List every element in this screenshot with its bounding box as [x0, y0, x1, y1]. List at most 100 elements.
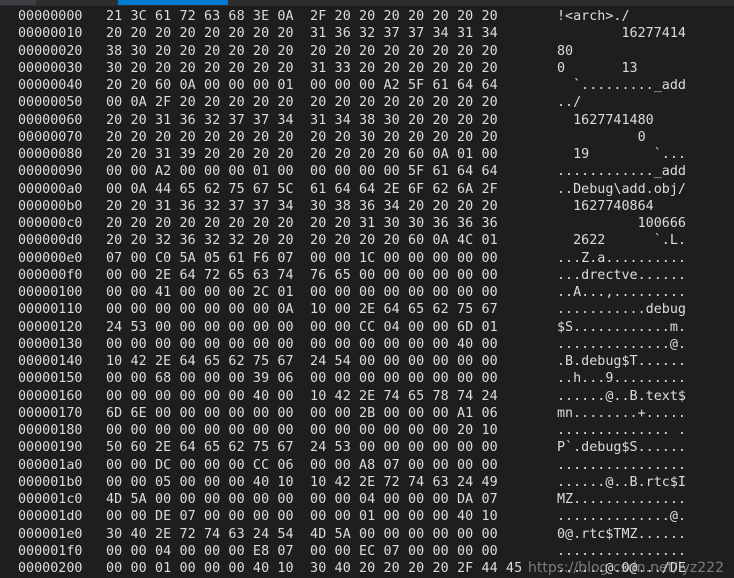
hex-row[interactable]: 000000d0 20 20 32 36 32 32 20 20 20 20 20…	[0, 232, 734, 249]
row-hex-bytes[interactable]: 4D 5A 00 00 00 00 00 00 00 00 04 00 00 0…	[106, 491, 498, 508]
row-hex-bytes[interactable]: 00 0A 2F 20 20 20 20 20 20 20 20 20 20 2…	[106, 94, 498, 111]
row-ascii[interactable]: ...Z.a..........	[557, 250, 686, 267]
hex-row[interactable]: 000001e0 30 40 2E 72 74 63 24 54 4D 5A 00…	[0, 526, 734, 543]
hex-row[interactable]: 00000020 38 30 20 20 20 20 20 20 20 20 20…	[0, 43, 734, 60]
hex-viewer[interactable]: 00000000 21 3C 61 72 63 68 3E 0A 2F 20 20…	[0, 6, 734, 578]
row-ascii[interactable]: ../	[557, 94, 581, 111]
hex-row[interactable]: 000001b0 00 00 05 00 00 00 40 10 10 42 2E…	[0, 474, 734, 491]
hex-row[interactable]: 000000a0 00 0A 44 65 62 75 67 5C 61 64 64…	[0, 181, 734, 198]
row-ascii[interactable]: ...........debug	[557, 301, 686, 318]
row-hex-bytes[interactable]: 00 00 68 00 00 00 39 06 00 00 00 00 00 0…	[106, 370, 498, 387]
row-ascii[interactable]: `........._add	[557, 77, 686, 94]
row-hex-bytes[interactable]: 00 00 A2 00 00 00 01 00 00 00 00 00 5F 6…	[106, 163, 498, 180]
tab-active[interactable]	[118, 0, 228, 5]
hex-row[interactable]: 00000190 50 60 2E 64 65 62 75 67 24 53 00…	[0, 439, 734, 456]
hex-row[interactable]: 00000150 00 00 68 00 00 00 39 06 00 00 00…	[0, 370, 734, 387]
hex-row[interactable]: 00000170 6D 6E 00 00 00 00 00 00 00 00 2B…	[0, 405, 734, 422]
row-hex-bytes[interactable]: 00 00 01 00 00 00 40 10 30 40 20 20 20 2…	[106, 560, 522, 577]
row-hex-bytes[interactable]: 50 60 2E 64 65 62 75 67 24 53 00 00 00 0…	[106, 439, 498, 456]
row-ascii[interactable]: P`.debug$S......	[557, 439, 686, 456]
hex-row[interactable]: 000001f0 00 00 04 00 00 00 E8 07 00 00 EC…	[0, 543, 734, 560]
row-ascii[interactable]: ................	[557, 457, 686, 474]
row-ascii[interactable]: ................	[557, 543, 686, 560]
hex-row[interactable]: 00000120 24 53 00 00 00 00 00 00 00 00 CC…	[0, 319, 734, 336]
hex-row[interactable]: 00000160 00 00 00 00 00 00 40 00 10 42 2E…	[0, 388, 734, 405]
row-ascii[interactable]: ..A...,.........	[557, 284, 686, 301]
row-ascii[interactable]: ......@..B.text$	[557, 388, 686, 405]
row-hex-bytes[interactable]: 00 00 00 00 00 00 00 0A 10 00 2E 64 65 6…	[106, 301, 498, 318]
hex-row[interactable]: 00000180 00 00 00 00 00 00 00 00 00 00 00…	[0, 422, 734, 439]
hex-row[interactable]: 00000030 30 20 20 20 20 20 20 20 31 33 20…	[0, 60, 734, 77]
row-hex-bytes[interactable]: 20 20 31 36 32 37 37 34 31 34 38 30 20 2…	[106, 112, 498, 129]
row-hex-bytes[interactable]: 00 00 00 00 00 00 40 00 10 42 2E 74 65 7…	[106, 388, 498, 405]
hex-row[interactable]: 00000040 20 20 60 0A 00 00 00 01 00 00 00…	[0, 77, 734, 94]
row-ascii[interactable]: !<arch>./	[557, 8, 630, 25]
row-ascii[interactable]: 1627741480	[557, 112, 654, 129]
hex-row[interactable]: 000001a0 00 00 DC 00 00 00 CC 06 00 00 A8…	[0, 457, 734, 474]
row-ascii[interactable]: $S............m.	[557, 319, 686, 336]
row-hex-bytes[interactable]: 30 40 2E 72 74 63 24 54 4D 5A 00 00 00 0…	[106, 526, 498, 543]
row-ascii[interactable]: ..............@.	[557, 336, 686, 353]
row-hex-bytes[interactable]: 20 20 20 20 20 20 20 20 20 20 30 20 20 2…	[106, 129, 498, 146]
row-ascii[interactable]: ...drectve......	[557, 267, 686, 284]
row-hex-bytes[interactable]: 24 53 00 00 00 00 00 00 00 00 CC 04 00 0…	[106, 319, 498, 336]
row-ascii[interactable]: 0@.rtc$TMZ......	[557, 526, 686, 543]
row-hex-bytes[interactable]: 20 20 32 36 32 32 20 20 20 20 20 20 60 0…	[106, 232, 498, 249]
row-hex-bytes[interactable]: 00 00 00 00 00 00 00 00 00 00 00 00 00 0…	[106, 336, 498, 353]
row-hex-bytes[interactable]: 6D 6E 00 00 00 00 00 00 00 00 2B 00 00 0…	[106, 405, 498, 422]
hex-row[interactable]: 00000090 00 00 A2 00 00 00 01 00 00 00 00…	[0, 163, 734, 180]
hex-row[interactable]: 000000b0 20 20 31 36 32 37 37 34 30 38 36…	[0, 198, 734, 215]
row-ascii[interactable]: 16277414	[557, 25, 686, 42]
row-ascii[interactable]: ..h...9.........	[557, 370, 686, 387]
row-hex-bytes[interactable]: 20 20 31 36 32 37 37 34 30 38 36 34 20 2…	[106, 198, 498, 215]
row-hex-bytes[interactable]: 20 20 20 20 20 20 20 20 31 36 32 37 37 3…	[106, 25, 498, 42]
hex-row[interactable]: 00000130 00 00 00 00 00 00 00 00 00 00 00…	[0, 336, 734, 353]
row-ascii[interactable]: 100666	[557, 215, 686, 232]
row-hex-bytes[interactable]: 10 42 2E 64 65 62 75 67 24 54 00 00 00 0…	[106, 353, 498, 370]
row-hex-bytes[interactable]: 00 00 DE 07 00 00 00 00 00 00 01 00 00 0…	[106, 508, 498, 525]
hex-row[interactable]: 00000010 20 20 20 20 20 20 20 20 31 36 32…	[0, 25, 734, 42]
hex-row[interactable]: 00000140 10 42 2E 64 65 62 75 67 24 54 00…	[0, 353, 734, 370]
row-hex-bytes[interactable]: 38 30 20 20 20 20 20 20 20 20 20 20 20 2…	[106, 43, 498, 60]
hex-row[interactable]: 00000100 00 00 41 00 00 00 2C 01 00 00 00…	[0, 284, 734, 301]
row-ascii[interactable]: ..............@.	[557, 508, 686, 525]
row-ascii[interactable]: ......@..B.rtc$I	[557, 474, 686, 491]
row-ascii[interactable]: 1627740864	[557, 198, 654, 215]
hex-row[interactable]: 00000070 20 20 20 20 20 20 20 20 20 20 30…	[0, 129, 734, 146]
row-hex-bytes[interactable]: 00 00 00 00 00 00 00 00 00 00 00 00 00 0…	[106, 422, 498, 439]
row-hex-bytes[interactable]: 07 00 C0 5A 05 61 F6 07 00 00 1C 00 00 0…	[106, 250, 498, 267]
hex-row[interactable]: 000001c0 4D 5A 00 00 00 00 00 00 00 00 04…	[0, 491, 734, 508]
row-hex-bytes[interactable]: 00 00 41 00 00 00 2C 01 00 00 00 00 00 0…	[106, 284, 498, 301]
row-hex-bytes[interactable]: 21 3C 61 72 63 68 3E 0A 2F 20 20 20 20 2…	[106, 8, 498, 25]
hex-row[interactable]: 00000050 00 0A 2F 20 20 20 20 20 20 20 20…	[0, 94, 734, 111]
row-ascii[interactable]: mn........+.....	[557, 405, 686, 422]
hex-row[interactable]: 000000e0 07 00 C0 5A 05 61 F6 07 00 00 1C…	[0, 250, 734, 267]
row-ascii[interactable]: 0	[557, 129, 646, 146]
hex-row[interactable]: 00000000 21 3C 61 72 63 68 3E 0A 2F 20 20…	[0, 8, 734, 25]
row-ascii[interactable]: 2622 `.L.	[557, 232, 686, 249]
tab-inactive[interactable]	[0, 0, 36, 5]
row-hex-bytes[interactable]: 30 20 20 20 20 20 20 20 31 33 20 20 20 2…	[106, 60, 498, 77]
hex-row[interactable]: 00000060 20 20 31 36 32 37 37 34 31 34 38…	[0, 112, 734, 129]
row-ascii[interactable]: 80	[557, 43, 573, 60]
row-hex-bytes[interactable]: 00 00 05 00 00 00 40 10 10 42 2E 72 74 6…	[106, 474, 498, 491]
row-hex-bytes[interactable]: 20 20 60 0A 00 00 00 01 00 00 00 A2 5F 6…	[106, 77, 498, 94]
row-ascii[interactable]: ..Debug\add.obj/	[557, 181, 686, 198]
hex-row[interactable]: 00000110 00 00 00 00 00 00 00 0A 10 00 2E…	[0, 301, 734, 318]
row-ascii[interactable]: ............_add	[557, 163, 686, 180]
row-hex-bytes[interactable]: 00 00 DC 00 00 00 CC 06 00 00 A8 07 00 0…	[106, 457, 498, 474]
row-ascii[interactable]: 19 `...	[557, 146, 686, 163]
hex-row[interactable]: 000000c0 20 20 20 20 20 20 20 20 20 20 31…	[0, 215, 734, 232]
hex-row[interactable]: 000001d0 00 00 DE 07 00 00 00 00 00 00 01…	[0, 508, 734, 525]
row-hex-bytes[interactable]: 00 00 04 00 00 00 E8 07 00 00 EC 07 00 0…	[106, 543, 498, 560]
row-ascii[interactable]: .B.debug$T......	[557, 353, 686, 370]
row-ascii[interactable]: MZ..............	[557, 491, 686, 508]
hex-row[interactable]: 00000080 20 20 31 39 20 20 20 20 20 20 20…	[0, 146, 734, 163]
row-hex-bytes[interactable]: 00 00 2E 64 72 65 63 74 76 65 00 00 00 0…	[106, 267, 498, 284]
row-ascii[interactable]: 0 13	[557, 60, 638, 77]
row-hex-bytes[interactable]: 00 0A 44 65 62 75 67 5C 61 64 64 2E 6F 6…	[106, 181, 498, 198]
row-hex-bytes[interactable]: 20 20 31 39 20 20 20 20 20 20 20 20 60 0…	[106, 146, 498, 163]
row-hex-bytes[interactable]: 20 20 20 20 20 20 20 20 20 20 31 30 30 3…	[106, 215, 498, 232]
hex-row[interactable]: 000000f0 00 00 2E 64 72 65 63 74 76 65 00…	[0, 267, 734, 284]
row-ascii[interactable]: .............. .	[557, 422, 686, 439]
